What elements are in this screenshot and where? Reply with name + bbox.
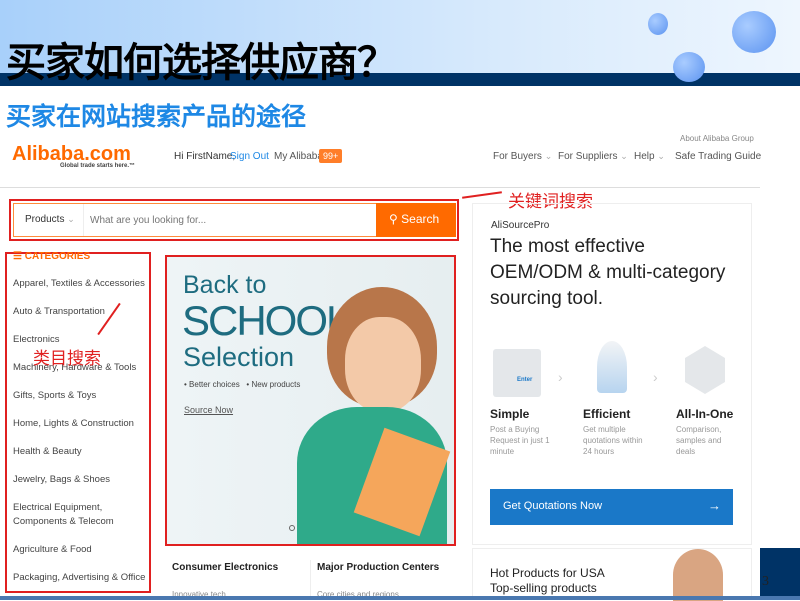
annotation-box-banner	[165, 255, 456, 546]
nav-for-suppliers[interactable]: For Suppliers ⌄	[558, 151, 628, 162]
search-icon: ⚲	[389, 212, 398, 226]
slide-subtitle: 买家在网站搜索产品的途径	[6, 102, 307, 131]
taskbar-strip	[0, 596, 800, 600]
category-item[interactable]: Jewelry, Bags & Shoes	[13, 473, 148, 487]
hot-products-title: Hot Products for USA	[490, 566, 605, 580]
about-link[interactable]: About Alibaba Group	[680, 134, 754, 143]
search-bar: Products ⌄ ⚲ Search	[13, 203, 456, 237]
category-item[interactable]: Home, Lights & Construction	[13, 417, 148, 431]
nav-safe-trading[interactable]: Safe Trading Guide	[675, 151, 761, 162]
annotation-category-search: 类目搜索	[33, 349, 101, 369]
feature-efficient-text: Efficient Get multiple quotations within …	[583, 407, 643, 456]
alisourcepro-logo: AliSourcePro	[491, 220, 550, 231]
rocket-icon	[597, 341, 627, 393]
nav-for-buyers[interactable]: For Buyers ⌄	[493, 151, 552, 162]
category-item[interactable]: Gifts, Sports & Toys	[13, 389, 148, 403]
my-alibaba-menu[interactable]: My Alibaba	[274, 151, 323, 162]
arrow-right-icon: →	[708, 498, 721, 513]
category-item[interactable]: Packaging, Advertising & Office	[13, 571, 148, 585]
production-centers-title[interactable]: Major Production Centers	[317, 562, 439, 573]
greeting: Hi FirstName,	[174, 151, 236, 162]
bubble-decoration	[648, 13, 668, 35]
hot-products-panel[interactable]: Hot Products for USA Top-selling product…	[472, 548, 752, 601]
get-quotations-button[interactable]: Get Quotations Now →	[490, 489, 733, 525]
feature-allinone-text: All-In-One Comparison, samples and deals	[676, 407, 734, 456]
chevron-right-icon: ›	[558, 369, 563, 385]
menu-icon: ☰	[13, 251, 22, 262]
search-button[interactable]: ⚲ Search	[376, 203, 456, 237]
slide-title: 买家如何选择供应商？	[6, 40, 397, 86]
alisourcepro-headline: The most effective OEM/ODM & multi-categ…	[490, 236, 726, 309]
category-item[interactable]: Agriculture & Food	[13, 543, 148, 557]
woman-image	[673, 549, 723, 601]
categories-heading: ☰ CATEGORIES	[13, 251, 91, 262]
search-scope-dropdown[interactable]: Products ⌄	[14, 204, 84, 236]
search-input[interactable]	[86, 204, 376, 236]
consumer-electronics-title[interactable]: Consumer Electronics	[172, 562, 278, 573]
category-item[interactable]: Auto & Transportation	[13, 305, 148, 319]
hot-products-subtitle: Top-selling products	[490, 581, 597, 595]
chevron-right-icon: ›	[653, 369, 658, 385]
enter-key-icon: Enter	[493, 349, 541, 397]
category-item[interactable]: Electrical Equipment, Components & Telec…	[13, 501, 148, 529]
feature-simple: Enter	[493, 349, 541, 397]
page-number: 3	[762, 574, 769, 589]
alisourcepro-panel: AliSourcePro The most effective OEM/ODM …	[472, 203, 752, 545]
notification-badge: 99+	[319, 149, 343, 163]
logo-tagline: Global trade starts here.™	[60, 163, 136, 169]
cube-icon	[685, 346, 725, 394]
nav-help[interactable]: Help ⌄	[634, 151, 665, 162]
feature-simple-text: Simple Post a Buying Request in just 1 mi…	[490, 407, 550, 456]
divider	[0, 187, 760, 188]
sign-out-link[interactable]: Sign Out	[230, 151, 269, 162]
annotation-arrow	[462, 191, 502, 199]
category-item[interactable]: Health & Beauty	[13, 445, 148, 459]
bubble-decoration	[732, 11, 776, 53]
category-item[interactable]: Apparel, Textiles & Accessories	[13, 277, 148, 291]
bubble-decoration	[673, 52, 705, 82]
divider	[310, 560, 311, 600]
